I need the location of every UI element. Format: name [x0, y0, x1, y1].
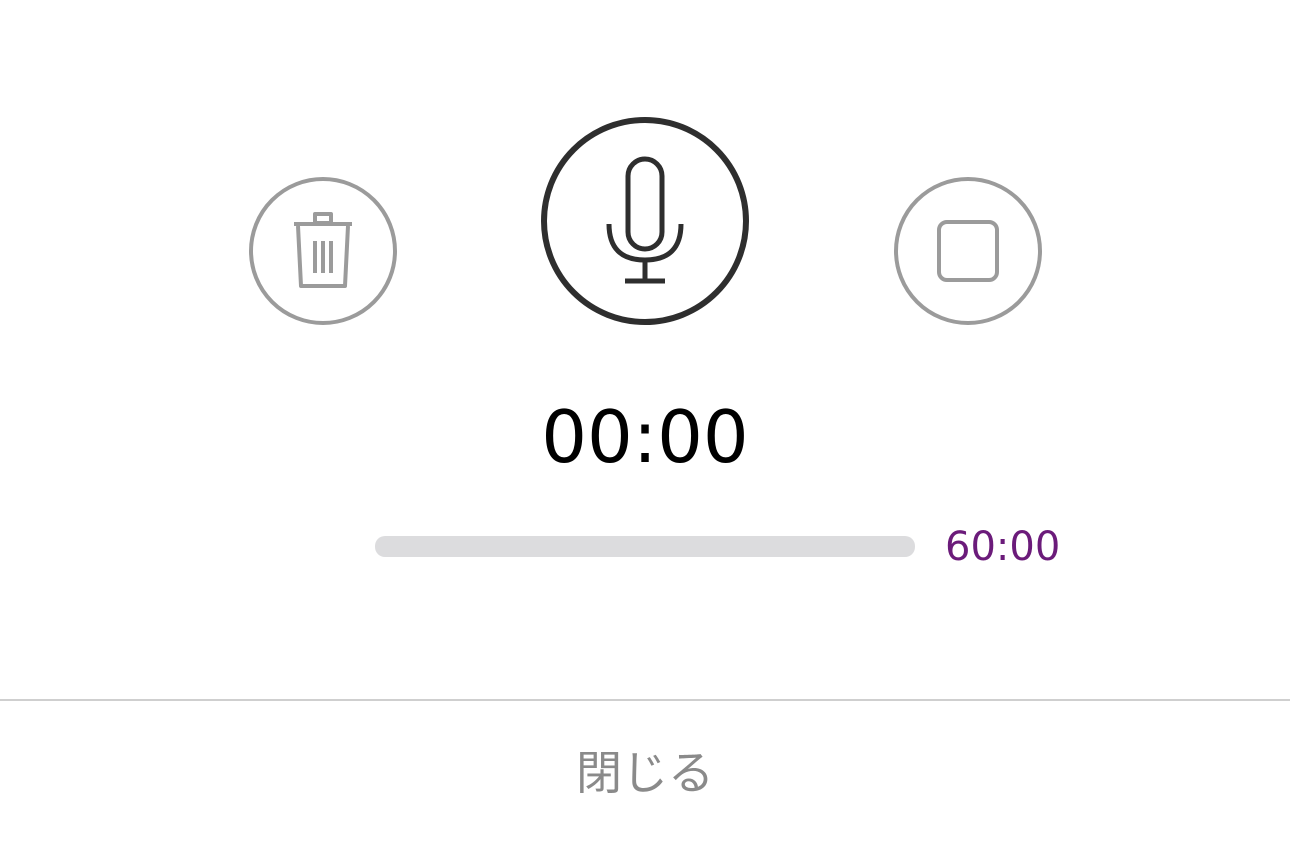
stop-button[interactable]	[894, 177, 1042, 325]
voice-recorder-panel: 00:00 60:00 閉じる	[0, 0, 1290, 852]
max-duration-label: 60:00	[945, 524, 1061, 570]
stop-square-icon	[937, 220, 999, 282]
close-button[interactable]: 閉じる	[0, 701, 1290, 852]
trash-icon	[294, 212, 352, 288]
delete-recording-button[interactable]	[249, 177, 397, 325]
record-button[interactable]	[541, 117, 749, 325]
elapsed-time: 00:00	[541, 395, 749, 479]
microphone-icon	[606, 156, 684, 284]
recording-progress-bar	[375, 536, 915, 557]
